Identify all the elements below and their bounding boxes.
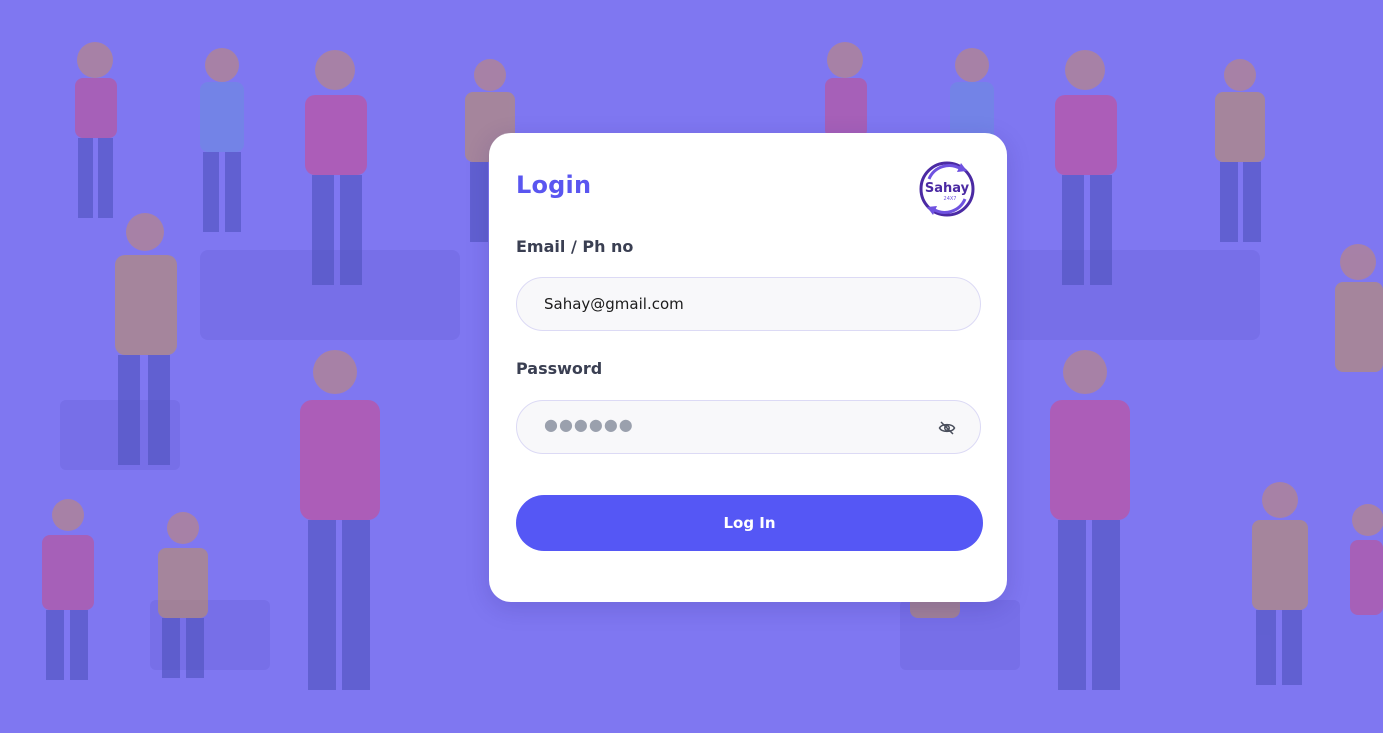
email-field[interactable]: Sahay@gmail.com (516, 277, 981, 331)
email-value: Sahay@gmail.com (544, 295, 684, 313)
password-field[interactable]: ●●●●●● (516, 400, 981, 454)
sahay-logo-icon: Sahay 24X7 (917, 159, 977, 219)
login-title: Login (516, 171, 592, 199)
logo-text: Sahay (925, 181, 970, 196)
password-label: Password (516, 359, 603, 378)
login-card: Login Sahay 24X7 Email / Ph no Sahay@gma… (489, 133, 1007, 602)
eye-off-icon[interactable] (938, 419, 956, 437)
login-button[interactable]: Log In (516, 495, 983, 551)
logo-subtext: 24X7 (944, 196, 957, 202)
email-label: Email / Ph no (516, 237, 634, 256)
password-mask: ●●●●●● (544, 415, 634, 434)
